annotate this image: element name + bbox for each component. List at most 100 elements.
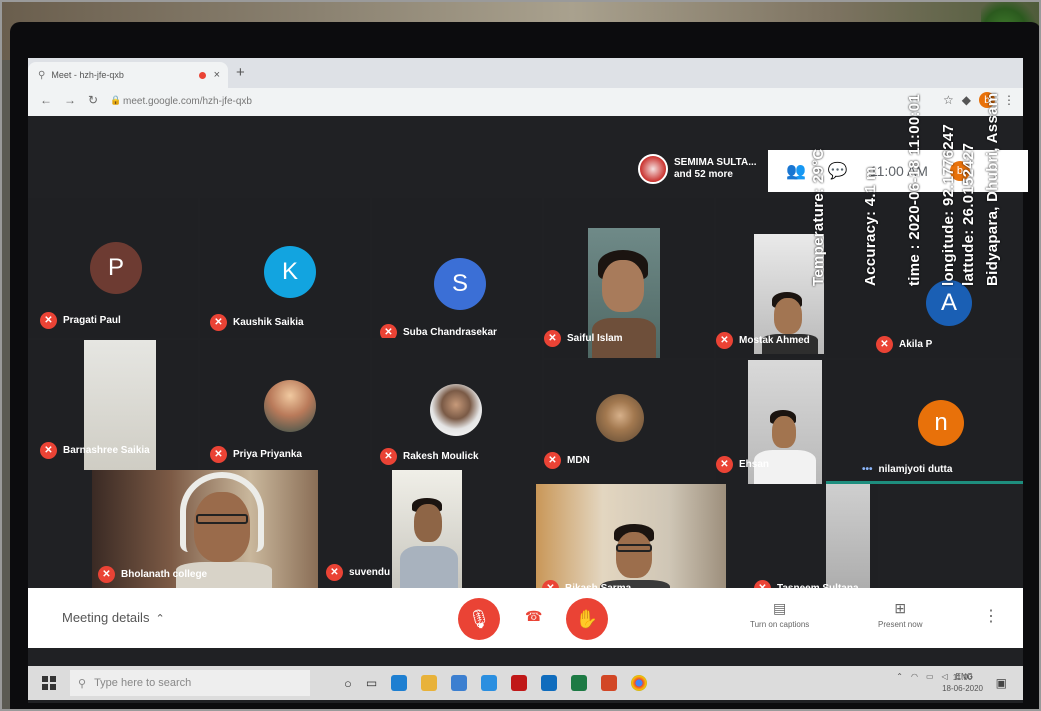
captions-label: Turn on captions — [750, 620, 810, 629]
battery-icon[interactable]: ▭ — [926, 672, 934, 681]
lync-icon[interactable] — [481, 675, 498, 691]
end-call-button[interactable]: ☎ — [525, 608, 542, 625]
meet-control-bar: Meeting details ⌃ 🎙 ☎ ✋ ▤ Turn on caption… — [28, 588, 1023, 648]
clock-date: 18-06-2020 — [942, 684, 983, 693]
powerpoint-icon[interactable] — [601, 675, 618, 691]
face-shape — [194, 492, 250, 562]
present-icon: ⊞ — [894, 600, 907, 616]
outlook-icon[interactable] — [541, 675, 558, 691]
participant-tile-13: ✕ Bholanath college — [92, 470, 318, 588]
meeting-details-button[interactable]: Meeting details ⌃ — [62, 610, 165, 625]
mic-off-icon: ✕ — [544, 330, 561, 347]
people-icon[interactable]: 👥 — [786, 161, 806, 181]
overlay-temperature: Temperature: 29°C — [810, 148, 827, 286]
shirt-shape — [400, 546, 458, 588]
dots-icon: ••• — [862, 464, 873, 475]
mcafee-icon[interactable] — [511, 675, 528, 691]
mic-off-icon: ✕ — [380, 324, 397, 338]
face-shape — [616, 532, 652, 578]
address-bar-row: ← → ↻ 🔒 meet.google.com/hzh-jfe-qxb ☆ ◆ … — [28, 88, 1023, 116]
clock-time: 11:00 — [952, 673, 973, 682]
url-field[interactable]: meet.google.com/hzh-jfe-qxb — [123, 96, 252, 107]
taskbar-search[interactable]: ⚲ Type here to search — [70, 670, 310, 696]
reload-button[interactable]: ↻ — [88, 93, 98, 107]
present-now-button[interactable]: ⊞ Present now — [878, 600, 922, 629]
notification-icon[interactable]: ▣ — [996, 676, 1007, 690]
participant-avatar: K — [264, 246, 316, 298]
participant-label: ✕ Suba Chandrasekar — [380, 324, 497, 338]
back-button[interactable]: ← — [40, 93, 52, 107]
search-icon: ⚲ — [78, 677, 87, 690]
participant-tile-12: n ••• nilamjyoti dutta — [826, 360, 1023, 484]
overlay-place: Bidyapara, Dhubri, Assam — [984, 92, 1001, 286]
extension-icon[interactable]: ◆ — [962, 93, 971, 107]
participant-tile-10: ✕ MDN — [544, 360, 714, 470]
presenter-more: and 52 more — [674, 169, 733, 180]
captions-icon: ▤ — [773, 600, 787, 616]
browser-tab[interactable]: ⚲ Meet - hzh-jfe-qxb × — [28, 62, 228, 88]
file-explorer-icon[interactable] — [421, 675, 438, 691]
participant-label: ✕ Bholanath college — [98, 566, 207, 583]
mic-off-icon: 🎙 — [467, 608, 491, 629]
participant-tile-11: ✕ Ehsan — [716, 360, 824, 484]
taskbar-clock[interactable]: 11:00 18-06-2020 — [942, 672, 983, 694]
camera-off-icon: ✋ — [575, 608, 599, 629]
task-view-icon[interactable]: ▭ — [366, 676, 377, 690]
new-tab-button[interactable]: + — [236, 64, 245, 81]
participant-avatar: A — [926, 280, 972, 326]
participant-tile-15: ✕Bikash Sarma — [536, 484, 726, 602]
captions-button[interactable]: ▤ Turn on captions — [750, 600, 809, 629]
participant-label: ✕ Barnashree Saikia — [40, 442, 150, 459]
present-label: Present now — [878, 620, 923, 629]
more-options-icon[interactable]: ⋮ — [983, 606, 999, 626]
meet-favicon: ⚲ — [38, 69, 46, 81]
search-placeholder: Type here to search — [94, 677, 192, 689]
tray-chevron-icon[interactable]: ⌃ — [896, 672, 903, 681]
face-shape — [774, 298, 802, 334]
wifi-icon[interactable]: ◠ — [911, 672, 918, 681]
edge-icon[interactable] — [391, 675, 408, 691]
glasses-shape — [616, 544, 652, 552]
camera-toggle-button[interactable]: ✋ — [566, 598, 608, 640]
star-icon[interactable]: ☆ — [943, 93, 954, 107]
participant-label: ✕ Mostak Ahmed — [716, 332, 810, 349]
participant-tile-9: ✕ Rakesh Moulick — [372, 340, 542, 470]
participant-tile-4: ✕ Saiful Islam — [544, 198, 714, 358]
participant-label: ✕ Ehsan — [716, 456, 769, 473]
participant-tile-7: ✕ Barnashree Saikia — [28, 340, 198, 470]
mic-off-icon: ✕ — [544, 452, 561, 469]
participant-tile-16: ✕Tasneem Sultana — [728, 484, 878, 602]
chat-icon[interactable]: 💬 — [828, 161, 848, 181]
mic-off-icon: ✕ — [40, 442, 57, 459]
cortana-icon[interactable]: ○ — [344, 676, 352, 691]
browser-toolbar-right: ☆ ◆ b ⋮ — [943, 92, 1015, 108]
chrome-icon[interactable] — [631, 675, 648, 691]
tab-strip: ⚲ Meet - hzh-jfe-qxb × + — [28, 58, 1023, 88]
mic-off-icon: ✕ — [716, 456, 733, 473]
mic-off-icon: ✕ — [380, 448, 397, 465]
video-feed — [392, 470, 462, 588]
participant-label: ••• nilamjyoti dutta — [862, 464, 953, 475]
face-shape — [414, 504, 442, 542]
participant-photo-avatar — [264, 380, 316, 432]
overlay-time: time : 2020-06-18 11:00:01 — [906, 93, 923, 286]
participant-tile-5: ✕ Mostak Ahmed — [716, 198, 824, 358]
participant-tile-8: ✕ Priya Priyanka — [200, 340, 370, 470]
presenter-avatar — [638, 154, 668, 184]
participant-label: ✕ Saiful Islam — [544, 330, 623, 347]
close-tab-icon[interactable]: × — [214, 69, 220, 81]
participant-tile-3: S ✕ Suba Chandrasekar — [372, 198, 542, 338]
overlay-longitude: longitude: 92.1776247 — [940, 123, 957, 286]
mic-off-icon: ✕ — [210, 314, 227, 331]
overlay-accuracy: Accuracy: 4.1 m — [862, 166, 879, 286]
menu-kebab-icon[interactable]: ⋮ — [1003, 93, 1015, 107]
store-icon[interactable] — [451, 675, 468, 691]
excel-icon[interactable] — [571, 675, 588, 691]
windows-start-icon[interactable] — [42, 676, 56, 690]
mic-off-icon: ✕ — [716, 332, 733, 349]
mic-off-icon: ✕ — [210, 446, 227, 463]
presenter-chip[interactable]: SEMIMA SULTA... and 52 more — [638, 154, 757, 184]
microphone-toggle-button[interactable]: 🎙 — [458, 598, 500, 640]
participant-avatar: n — [918, 400, 964, 446]
forward-button[interactable]: → — [64, 93, 76, 107]
